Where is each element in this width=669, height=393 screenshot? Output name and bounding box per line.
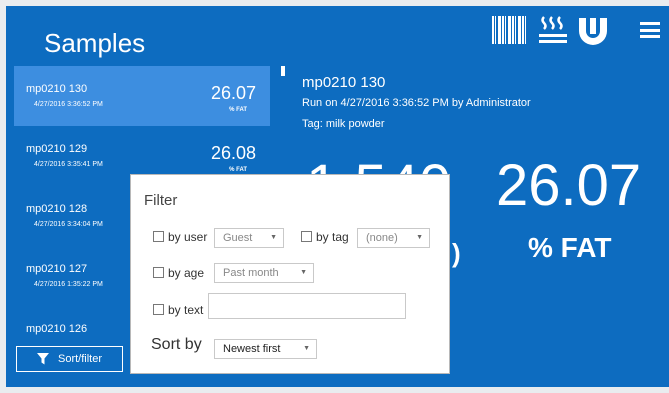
result-unit-left: ) [452, 238, 461, 268]
by-age-checkbox[interactable] [153, 267, 164, 278]
sort-filter-label: Sort/filter [57, 353, 102, 365]
sample-name: mp0210 128 [26, 203, 88, 215]
by-text-label: by text [168, 303, 204, 317]
sample-unit: % FAT [229, 107, 247, 113]
sort-by-label: Sort by [151, 336, 202, 353]
hamburger-menu-icon[interactable] [640, 22, 660, 38]
sample-date: 4/27/2016 1:35:22 PM [34, 281, 103, 288]
sample-date: 4/27/2016 3:34:04 PM [34, 221, 103, 228]
result-unit-right: % FAT [528, 232, 612, 263]
sample-value: 26.07 [210, 83, 256, 103]
app-screen: Samples mp0210 130 4/27/2016 3:36:52 PM … [6, 6, 669, 387]
by-text-checkbox[interactable] [153, 304, 164, 315]
brand-logo [579, 18, 607, 45]
tag-dropdown-value: (none) [366, 232, 398, 244]
sort-dropdown[interactable]: Newest first ▼ [214, 339, 317, 359]
sample-name: mp0210 126 [26, 323, 88, 335]
by-user-checkbox[interactable] [153, 231, 164, 242]
sample-unit: % FAT [229, 167, 247, 173]
detail-title: mp0210 130 [302, 74, 386, 91]
sample-date: 4/27/2016 3:35:41 PM [34, 161, 103, 168]
sample-name: mp0210 129 [26, 143, 88, 155]
age-dropdown[interactable]: Past month ▼ [214, 263, 314, 283]
sample-name: mp0210 127 [26, 263, 88, 275]
filter-popup: Filter by user Guest ▼ by tag (none) ▼ b… [130, 174, 450, 374]
filter-title: Filter [144, 192, 178, 209]
age-dropdown-value: Past month [223, 267, 279, 279]
detail-run-info: Run on 4/27/2016 3:36:52 PM by Administr… [302, 97, 531, 109]
result-value-right: 26.07 [496, 153, 642, 218]
sample-item-130[interactable]: mp0210 130 4/27/2016 3:36:52 PM 26.07 % … [14, 66, 270, 126]
chevron-down-icon: ▼ [300, 269, 307, 276]
heat-icon[interactable] [538, 14, 568, 46]
by-user-label: by user [168, 230, 208, 244]
sort-filter-button[interactable]: Sort/filter [16, 346, 123, 372]
chevron-down-icon: ▼ [416, 234, 423, 241]
chevron-down-icon: ▼ [270, 234, 277, 241]
sort-dropdown-value: Newest first [223, 343, 281, 355]
funnel-icon [36, 353, 49, 365]
by-age-label: by age [168, 266, 205, 280]
sample-date: 4/27/2016 3:36:52 PM [34, 101, 103, 108]
by-tag-checkbox[interactable] [301, 231, 312, 242]
page-title: Samples [44, 28, 146, 58]
user-dropdown[interactable]: Guest ▼ [214, 228, 284, 248]
by-tag-label: by tag [316, 230, 349, 244]
user-dropdown-value: Guest [223, 232, 253, 244]
text-filter-input[interactable] [208, 293, 406, 319]
tag-dropdown[interactable]: (none) ▼ [357, 228, 430, 248]
detail-tag: Tag: milk powder [302, 118, 385, 130]
list-scrollbar[interactable] [281, 66, 285, 76]
barcode-icon[interactable] [492, 16, 526, 44]
sample-value: 26.08 [210, 143, 256, 163]
sample-name: mp0210 130 [26, 83, 88, 95]
chevron-down-icon: ▼ [303, 345, 310, 352]
